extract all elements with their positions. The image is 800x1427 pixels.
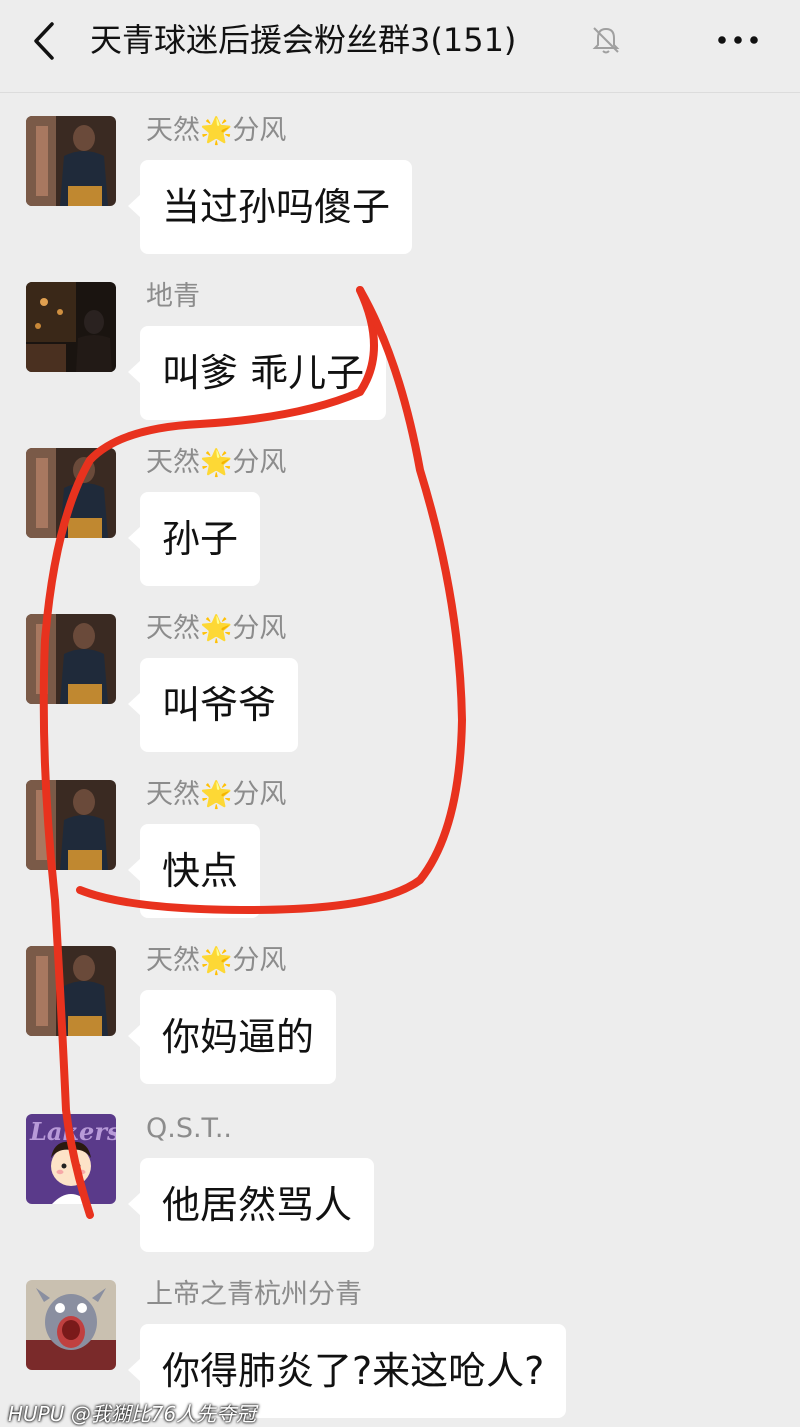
avatar[interactable]: [26, 116, 116, 206]
sender-name: 天然🌟分风: [146, 778, 286, 812]
message-bubble[interactable]: 快点: [127, 824, 261, 918]
star-emoji: 🌟: [200, 116, 233, 146]
sender-name: 天然🌟分风: [146, 114, 286, 148]
sender-name: 地青: [146, 281, 200, 312]
sender-name-part: 分风: [232, 779, 287, 810]
sender-name-part: 分风: [232, 115, 287, 146]
back-button[interactable]: [22, 18, 68, 64]
star-emoji: 🌟: [200, 448, 233, 478]
sender-name-part: 分风: [232, 613, 287, 644]
star-emoji: 🌟: [200, 780, 233, 810]
sender-name-part: 天然: [146, 115, 200, 146]
star-emoji: 🌟: [200, 614, 233, 644]
sender-name: 天然🌟分风: [146, 446, 286, 480]
sender-name: 天然🌟分风: [146, 612, 286, 646]
sender-name-part: 分风: [232, 447, 287, 478]
bell-muted-icon: [590, 24, 622, 56]
sender-name: 上帝之青杭州分青: [146, 1279, 362, 1310]
message-bubble[interactable]: 他居然骂人: [127, 1158, 375, 1252]
message-bubble[interactable]: 孙子: [127, 492, 261, 586]
sender-name-part: 天然: [146, 613, 200, 644]
sender-name: Q.S.T..: [146, 1113, 233, 1144]
star-emoji: 🌟: [200, 946, 233, 976]
svg-text:Lakers: Lakers: [29, 1117, 116, 1146]
avatar[interactable]: [26, 946, 116, 1036]
chat-title: 天青球迷后援会粉丝群3(151): [90, 21, 517, 59]
message-bubble[interactable]: 当过孙吗傻子: [127, 160, 413, 254]
sender-name-part: 天然: [146, 945, 200, 976]
sender-name: 天然🌟分风: [146, 944, 286, 978]
chat-header: 天青球迷后援会粉丝群3(151): [0, 0, 800, 93]
watermark: HUPU @我猢比76人先夺冠: [8, 1402, 257, 1426]
avatar[interactable]: [26, 448, 116, 538]
avatar[interactable]: [26, 282, 116, 372]
message-bubble[interactable]: 叫爹 乖儿子: [127, 326, 387, 420]
avatar[interactable]: Lakers: [26, 1114, 116, 1204]
sender-name-part: 天然: [146, 447, 200, 478]
avatar[interactable]: [26, 1280, 116, 1370]
sender-name-part: 天然: [146, 779, 200, 810]
more-options-button[interactable]: [712, 24, 764, 56]
sender-name-part: 分风: [232, 945, 287, 976]
avatar[interactable]: [26, 614, 116, 704]
chevron-left-icon: [34, 22, 54, 60]
more-dots-icon: [718, 36, 758, 44]
message-bubble[interactable]: 你妈逼的: [127, 990, 337, 1084]
avatar[interactable]: [26, 780, 116, 870]
message-bubble[interactable]: 叫爷爷: [127, 658, 299, 752]
